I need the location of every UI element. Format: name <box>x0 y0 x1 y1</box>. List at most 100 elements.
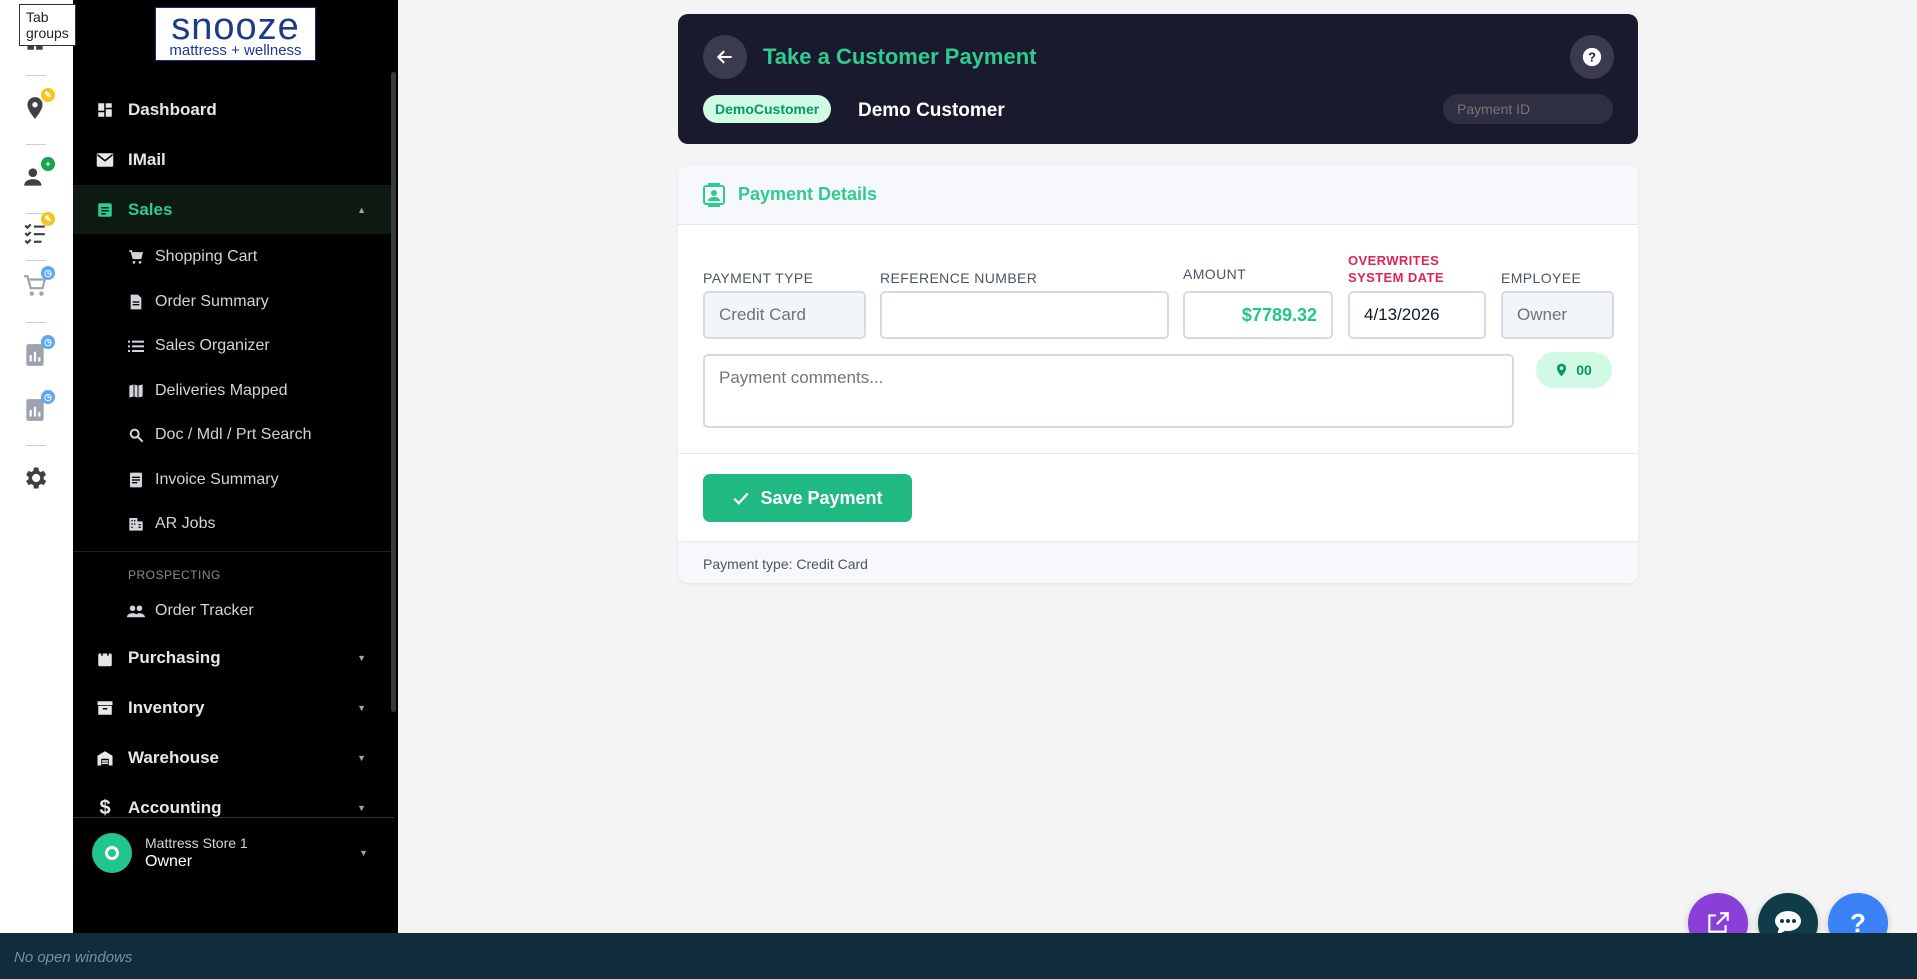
avatar <box>92 833 132 873</box>
sidebar-subitem-label: Order Summary <box>155 293 269 310</box>
search-icon <box>127 427 145 443</box>
payment-details-card: Payment Details PAYMENT TYPE REFERENCE N… <box>678 165 1638 583</box>
section-label: PROSPECTING <box>128 568 221 582</box>
sidebar-item-label: Warehouse <box>128 748 220 767</box>
dashboard-icon <box>93 101 117 119</box>
report-icon[interactable]: ◷ <box>19 390 55 426</box>
location-pin-icon <box>1557 363 1567 377</box>
chevron-down-icon: ▼ <box>359 848 368 858</box>
badge-icon: ◷ <box>41 390 55 404</box>
taskbar: No open windows <box>0 933 1917 979</box>
checklist-icon[interactable]: ✎ <box>19 212 55 248</box>
contact-card-icon <box>703 182 725 207</box>
mail-icon <box>93 152 117 168</box>
sidebar-item-label: Inventory <box>128 698 205 717</box>
arrow-left-icon <box>716 50 732 64</box>
sidebar-item-dashboard[interactable]: Dashboard <box>73 88 394 132</box>
sidebar-subitem-ar-jobs[interactable]: AR Jobs <box>73 506 394 542</box>
document-icon <box>127 294 145 310</box>
amount-field[interactable]: $7789.32 <box>1183 291 1333 339</box>
location-pin-icon[interactable]: ✎ <box>19 88 55 124</box>
sidebar-item-label: Dashboard <box>128 100 217 119</box>
card-footer-status: Payment type: Credit Card <box>678 541 1638 583</box>
list-icon <box>127 339 145 353</box>
amount-label: AMOUNT <box>1183 266 1247 282</box>
chevron-down-icon: ▼ <box>357 803 366 813</box>
overwrites-label-line2: SYSTEM DATE <box>1348 270 1444 285</box>
sidebar-subitem-doc-search[interactable]: Doc / Mdl / Prt Search <box>73 417 394 453</box>
sidebar-item-label: IMail <box>128 150 166 169</box>
save-payment-button[interactable]: Save Payment <box>703 474 912 522</box>
customer-badge[interactable]: DemoCustomer <box>703 95 832 123</box>
sidebar-subitem-order-summary[interactable]: Order Summary <box>73 284 394 320</box>
sidebar-item-inventory[interactable]: Inventory ▼ <box>73 686 394 730</box>
sidebar-subitem-label: Deliveries Mapped <box>155 382 288 399</box>
sidebar-subitem-sales-organizer[interactable]: Sales Organizer <box>73 328 394 364</box>
badge-icon: ✎ <box>41 88 55 102</box>
store-switcher[interactable]: Mattress Store 1 Owner ▼ <box>73 818 394 888</box>
chevron-up-icon: ▲ <box>357 204 366 215</box>
tooltip: Tab groups <box>19 4 76 46</box>
svg-text:?: ? <box>1588 50 1596 65</box>
sidebar-item-label: Sales <box>128 199 173 219</box>
reference-number-label: REFERENCE NUMBER <box>880 270 1038 286</box>
location-button[interactable]: 00 <box>1536 352 1612 388</box>
payment-id-input[interactable] <box>1443 94 1613 124</box>
report-icon[interactable]: ◷ <box>19 335 55 371</box>
invoice-icon <box>127 472 145 488</box>
sidebar-subitem-label: Doc / Mdl / Prt Search <box>155 426 312 443</box>
customer-name: Demo Customer <box>858 100 1005 121</box>
sidebar-item-warehouse[interactable]: Warehouse ▼ <box>73 736 394 780</box>
overwrites-label-line1: OVERWRITES <box>1348 253 1440 268</box>
gear-icon[interactable] <box>19 462 51 494</box>
sidebar-subitem-invoice-summary[interactable]: Invoice Summary <box>73 462 394 498</box>
sidebar-item-sales[interactable]: Sales ▲ <box>73 185 394 234</box>
sidebar: snooze mattress + wellness Dashboard IMa… <box>73 0 398 933</box>
sidebar-subitem-deliveries-mapped[interactable]: Deliveries Mapped <box>73 373 394 409</box>
logo-word: snooze <box>171 6 300 48</box>
sidebar-item-label: Accounting <box>128 798 222 817</box>
check-icon <box>733 492 750 505</box>
logo-tagline: mattress + wellness <box>169 42 302 59</box>
people-icon <box>127 604 145 618</box>
logo[interactable]: snooze mattress + wellness <box>155 7 316 61</box>
building-icon <box>127 516 145 532</box>
sidebar-item-purchasing[interactable]: Purchasing ▼ <box>73 636 394 680</box>
back-button[interactable] <box>703 35 747 79</box>
sidebar-subitem-label: Shopping Cart <box>155 248 258 265</box>
payment-comments-input[interactable] <box>703 354 1514 428</box>
sidebar-subitem-label: Invoice Summary <box>155 471 279 488</box>
sidebar-subitem-order-tracker[interactable]: Order Tracker <box>73 593 394 629</box>
date-field[interactable]: 4/13/2026 <box>1348 291 1486 339</box>
employee-field[interactable]: Owner <box>1501 291 1614 339</box>
payment-type-field[interactable]: Credit Card <box>703 291 866 339</box>
chevron-down-icon: ▼ <box>357 753 366 763</box>
badge-icon: + <box>41 157 55 171</box>
sidebar-subitem-shopping-cart[interactable]: Shopping Cart <box>73 239 394 275</box>
location-code: 00 <box>1576 362 1592 378</box>
bag-icon <box>93 649 117 667</box>
badge-icon: ✎ <box>41 212 55 226</box>
card-header: Payment Details <box>678 165 1638 225</box>
sidebar-subitem-label: Order Tracker <box>155 602 254 619</box>
store-name: Mattress Store 1 <box>145 835 248 851</box>
reference-number-field[interactable] <box>880 291 1169 339</box>
badge-icon: ◷ <box>41 266 55 280</box>
save-label: Save Payment <box>760 487 883 508</box>
sidebar-item-label: Purchasing <box>128 648 221 667</box>
card-title: Payment Details <box>738 184 878 204</box>
taskbar-status: No open windows <box>14 949 133 966</box>
help-button[interactable]: ? <box>1570 35 1614 79</box>
sidebar-item-imail[interactable]: IMail <box>73 138 394 182</box>
sidebar-scrollbar[interactable] <box>391 72 396 712</box>
payment-header: Take a Customer Payment ? DemoCustomer D… <box>678 14 1638 144</box>
cart-icon[interactable]: ◷ <box>19 266 55 302</box>
sidebar-subitem-label: Sales Organizer <box>155 337 270 354</box>
employee-label: EMPLOYEE <box>1501 270 1582 286</box>
sales-icon <box>93 201 117 219</box>
archive-icon <box>93 699 117 717</box>
page-title: Take a Customer Payment <box>763 44 1037 69</box>
icon-rail: Tab groups ✎ + ✎ ◷ ◷ ◷ <box>0 0 76 933</box>
payment-type-label: PAYMENT TYPE <box>703 270 814 286</box>
person-add-icon[interactable]: + <box>19 157 55 193</box>
